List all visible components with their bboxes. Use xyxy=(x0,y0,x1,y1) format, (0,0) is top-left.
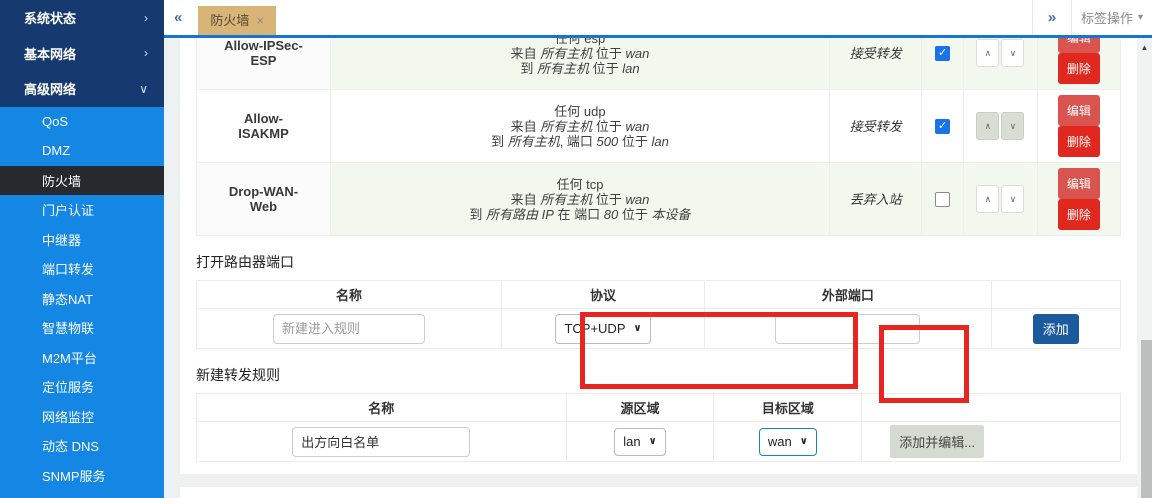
edit-button[interactable]: 编辑 xyxy=(1058,168,1100,199)
move-up-button[interactable]: ∧ xyxy=(976,112,999,140)
move-up-button[interactable]: ∧ xyxy=(976,39,999,67)
tab-operations-label: 标签操作 xyxy=(1081,8,1133,27)
col-header-name: 名称 xyxy=(197,281,502,309)
move-down-button[interactable]: ∨ xyxy=(1001,185,1024,213)
rule-match: 任何 udp来自 所有主机 位于 wan到 所有主机, 端口 500 位于 la… xyxy=(330,90,829,163)
protocol-select-value: TCP+UDP xyxy=(564,321,625,336)
tab-close-icon[interactable]: × xyxy=(256,13,264,28)
source-zone-select[interactable]: lan ∨ xyxy=(614,428,665,456)
sidebar-subitem[interactable]: 静态NAT xyxy=(0,284,164,314)
chevron-right-icon: › xyxy=(144,46,148,60)
move-down-button[interactable]: ∨ xyxy=(1001,112,1024,140)
col-header-protocol: 协议 xyxy=(501,281,704,309)
rule-enabled-checkbox[interactable] xyxy=(935,192,950,207)
sidebar-subitem[interactable]: 端口转发 xyxy=(0,254,164,284)
chevron-down-icon: ∨ xyxy=(139,82,148,96)
rule-action: 接受转发 xyxy=(829,90,921,163)
new-forward-table: 名称 源区域 目标区域 lan ∨ wan ∨ xyxy=(196,393,1121,462)
sidebar-subitem[interactable]: 智慧物联 xyxy=(0,313,164,343)
sidebar-subitem[interactable]: SNMP服务 xyxy=(0,461,164,491)
sidebar-item-1[interactable]: 基本网络 › xyxy=(0,36,164,72)
rule-action: 丢弃入站 xyxy=(829,163,921,236)
delete-button[interactable]: 删除 xyxy=(1058,199,1100,230)
sidebar-item-label: 基本网络 xyxy=(24,44,76,63)
firewall-panel: Allow-IPSec-ESP任何 esp来自 所有主机 位于 wan到 所有主… xyxy=(180,38,1137,474)
sidebar-item-2[interactable]: 高级网络 ∨ xyxy=(0,71,164,107)
col-header-source-zone: 源区域 xyxy=(566,394,714,422)
sidebar-item-label: 高级网络 xyxy=(24,79,76,98)
rule-match: 任何 esp来自 所有主机 位于 wan到 所有主机 位于 lan xyxy=(330,38,829,90)
edit-button[interactable]: 编辑 xyxy=(1058,38,1100,53)
chevron-right-icon: › xyxy=(144,11,148,25)
table-row: Drop-WAN-Web任何 tcp来自 所有主机 位于 wan到 所有路由 I… xyxy=(197,163,1121,236)
col-header-dest-zone: 目标区域 xyxy=(714,394,862,422)
col-header-name: 名称 xyxy=(197,394,567,422)
sidebar-top-menu: 系统状态 › 基本网络 › 高级网络 ∨ xyxy=(0,0,164,107)
add-and-edit-button[interactable]: 添加并编辑... xyxy=(890,425,984,458)
chevron-down-icon: ▾ xyxy=(1138,12,1143,23)
col-header-empty xyxy=(991,281,1120,309)
tabs-scroll-left-icon[interactable]: « xyxy=(164,9,192,26)
tab-firewall[interactable]: 防火墙 × xyxy=(198,6,276,35)
rule-enabled-checkbox[interactable]: ✓ xyxy=(935,46,950,61)
table-row: Allow-IPSec-ESP任何 esp来自 所有主机 位于 wan到 所有主… xyxy=(197,38,1121,90)
edit-button[interactable]: 编辑 xyxy=(1058,95,1100,126)
tab-firewall-label: 防火墙 xyxy=(210,13,249,28)
open-ports-title: 打开路由器端口 xyxy=(196,252,1121,272)
sidebar: 系统状态 › 基本网络 › 高级网络 ∨ QoSDMZ防火墙门户认证中继器端口转发静态NA… xyxy=(0,0,164,498)
move-up-button[interactable]: ∧ xyxy=(976,185,999,213)
tab-operations-dropdown[interactable]: 标签操作 ▾ xyxy=(1072,0,1152,35)
sidebar-subitem[interactable]: 定位服务 xyxy=(0,372,164,402)
sidebar-subitem[interactable]: 门户认证 xyxy=(0,195,164,225)
table-row: Allow-ISAKMP任何 udp来自 所有主机 位于 wan到 所有主机, … xyxy=(197,90,1121,163)
firewall-rules-body: Allow-IPSec-ESP任何 esp来自 所有主机 位于 wan到 所有主… xyxy=(197,38,1121,236)
col-header-empty xyxy=(862,394,1121,422)
external-port-input[interactable] xyxy=(775,314,920,344)
rule-enabled-checkbox[interactable]: ✓ xyxy=(935,119,950,134)
delete-button[interactable]: 删除 xyxy=(1058,126,1100,157)
sidebar-subitem[interactable]: 动态 DNS xyxy=(0,431,164,461)
sidebar-subitem[interactable]: 网络监控 xyxy=(0,402,164,432)
chevron-down-icon: ∨ xyxy=(800,436,808,447)
sidebar-submenu: QoSDMZ防火墙门户认证中继器端口转发静态NAT智慧物联M2M平台定位服务网络… xyxy=(0,107,164,491)
tab-bar: « 防火墙 × » 标签操作 ▾ xyxy=(164,0,1152,38)
source-nat-panel: Source NAT Source NAT 是一种特殊形式的封包伪装，它允许精细… xyxy=(180,487,1137,498)
col-header-external-port: 外部端口 xyxy=(705,281,991,309)
rule-name: Allow-ISAKMP xyxy=(197,90,331,163)
rule-name: Allow-IPSec-ESP xyxy=(197,38,331,90)
sidebar-item-0[interactable]: 系统状态 › xyxy=(0,0,164,36)
dest-zone-select[interactable]: wan ∨ xyxy=(759,428,817,456)
rule-name: Drop-WAN-Web xyxy=(197,163,331,236)
sidebar-subitem[interactable]: 中继器 xyxy=(0,225,164,255)
sidebar-subitem[interactable]: QoS xyxy=(0,107,164,137)
vertical-scrollbar[interactable]: ▲ xyxy=(1137,38,1152,498)
scroll-up-icon[interactable]: ▲ xyxy=(1137,38,1152,52)
add-button[interactable]: 添加 xyxy=(1033,314,1079,344)
move-down-button[interactable]: ∨ xyxy=(1001,39,1024,67)
protocol-select[interactable]: TCP+UDP ∨ xyxy=(555,314,650,344)
tab-bar-right: » 标签操作 ▾ xyxy=(1032,0,1152,35)
sidebar-subitem[interactable]: DMZ xyxy=(0,136,164,166)
sidebar-subitem[interactable]: 防火墙 xyxy=(0,166,164,196)
dest-zone-value: wan xyxy=(768,434,792,449)
rule-action: 接受转发 xyxy=(829,38,921,90)
delete-button[interactable]: 删除 xyxy=(1058,53,1100,84)
chevron-down-icon: ∨ xyxy=(649,436,657,447)
firewall-rules-table: Allow-IPSec-ESP任何 esp来自 所有主机 位于 wan到 所有主… xyxy=(196,38,1121,236)
main-content: Allow-IPSec-ESP任何 esp来自 所有主机 位于 wan到 所有主… xyxy=(164,38,1152,498)
scrollbar-thumb[interactable] xyxy=(1141,340,1152,498)
tabs-scroll-right-icon[interactable]: » xyxy=(1033,9,1071,26)
new-forward-title: 新建转发规则 xyxy=(196,365,1121,385)
sidebar-subitem[interactable]: M2M平台 xyxy=(0,343,164,373)
forward-name-input[interactable] xyxy=(292,427,470,457)
source-zone-value: lan xyxy=(623,434,640,449)
sidebar-item-label: 系统状态 xyxy=(24,8,76,27)
open-ports-table: 名称 协议 外部端口 TCP+UDP ∨ 添加 xyxy=(196,280,1121,349)
rule-match: 任何 tcp来自 所有主机 位于 wan到 所有路由 IP 在 端口 80 位于… xyxy=(330,163,829,236)
new-rule-name-input[interactable] xyxy=(273,314,425,344)
chevron-down-icon: ∨ xyxy=(634,323,642,334)
